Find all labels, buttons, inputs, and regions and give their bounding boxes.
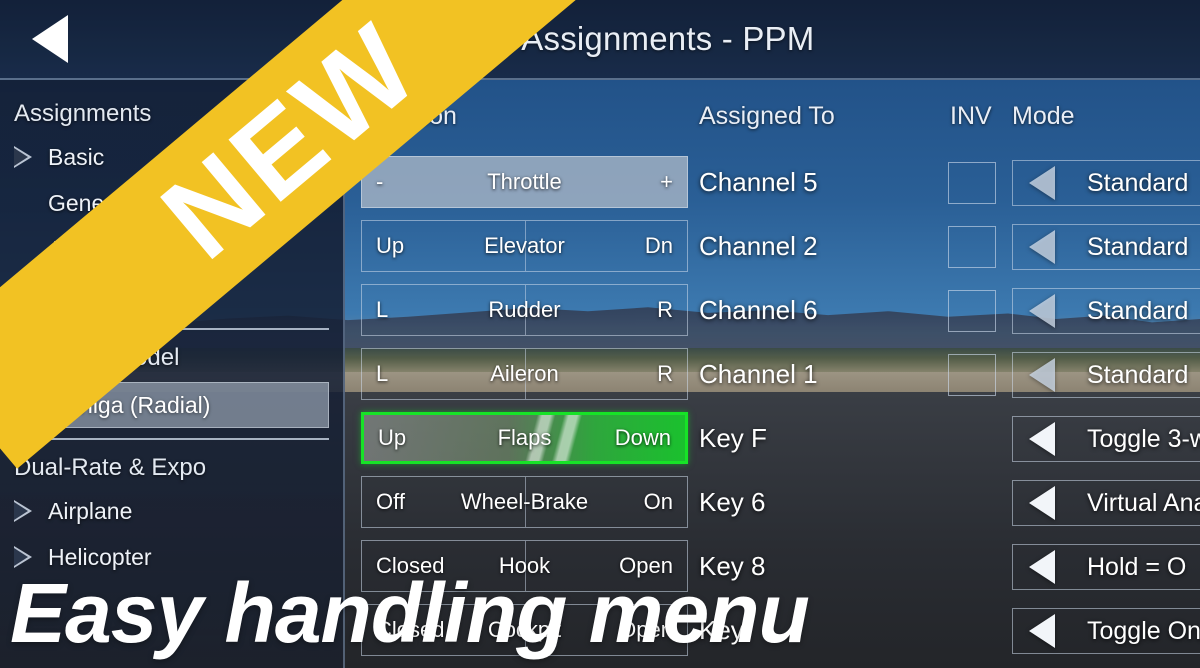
function-slider-elevator[interactable]: Up Elevator Dn xyxy=(361,220,688,272)
inv-checkbox[interactable] xyxy=(948,162,996,204)
mode-selector[interactable]: Hold = O xyxy=(1012,544,1200,590)
chevron-left-icon[interactable] xyxy=(1029,358,1055,392)
mode-selector[interactable]: Standard xyxy=(1012,352,1200,398)
inv-checkbox[interactable] xyxy=(948,354,996,396)
mode-selector[interactable]: Toggle 3-w xyxy=(1012,416,1200,462)
assigned-to-value[interactable]: Key 6 xyxy=(699,476,766,528)
mode-label: Toggle 3-w xyxy=(1087,424,1200,453)
chevron-left-icon[interactable] xyxy=(1029,294,1055,328)
mode-label: Toggle On/ xyxy=(1087,616,1200,645)
chevron-left-icon[interactable] xyxy=(1029,614,1055,648)
sidebar-divider xyxy=(14,438,329,440)
mode-label: Virtual Ana xyxy=(1087,488,1200,517)
triangle-right-outline-icon xyxy=(14,146,32,168)
assigned-to-value[interactable]: Key F xyxy=(699,412,767,464)
table-row: L Aileron R Channel 1 Standard xyxy=(347,342,1200,406)
sidebar-section-dual-rate-expo: Dual-Rate & Expo xyxy=(14,454,207,481)
function-name-label: Elevator xyxy=(484,233,565,258)
mode-label: Standard xyxy=(1087,360,1189,389)
function-high-label: Down xyxy=(614,425,671,450)
inv-checkbox[interactable] xyxy=(948,226,996,268)
assigned-to-value[interactable]: Channel 5 xyxy=(699,156,818,208)
mode-selector[interactable]: Virtual Ana xyxy=(1012,480,1200,526)
sidebar-item-label: Airplane xyxy=(48,497,133,524)
table-row: Up Elevator Dn Channel 2 Standard xyxy=(347,214,1200,278)
function-high-label: R xyxy=(657,297,673,322)
table-row: - Throttle + Channel 5 Standard xyxy=(347,150,1200,214)
function-high-label: + xyxy=(660,169,673,194)
mode-label: Standard xyxy=(1087,168,1189,197)
chevron-left-icon[interactable] xyxy=(1029,422,1055,456)
mode-label: Standard xyxy=(1087,232,1189,261)
function-slider-flaps[interactable]: Up Flaps Down xyxy=(361,412,688,464)
mode-label: Standard xyxy=(1087,296,1189,325)
table-row: Up Flaps Down Key F Toggle 3-w xyxy=(347,406,1200,470)
mode-selector[interactable]: Standard xyxy=(1012,288,1200,334)
function-name-label: Throttle xyxy=(487,169,562,194)
mode-label: Hold = O xyxy=(1087,552,1187,581)
table-column-headers: Function Assigned To INV Mode xyxy=(347,102,1200,136)
function-slider-rudder[interactable]: L Rudder R xyxy=(361,284,688,336)
function-name-label: Wheel-Brake xyxy=(460,489,589,514)
assigned-to-value[interactable]: Channel 1 xyxy=(699,348,818,400)
function-name-label: Aileron xyxy=(490,361,559,386)
table-row: Off Wheel-Brake On Key 6 Virtual Ana xyxy=(347,470,1200,534)
table-row: L Rudder R Channel 6 Standard xyxy=(347,278,1200,342)
function-name-label: Rudder xyxy=(488,297,561,322)
column-header-assigned-to: Assigned To xyxy=(699,102,835,130)
mode-selector[interactable]: Standard xyxy=(1012,224,1200,270)
function-slider-wheel-brake[interactable]: Off Wheel-Brake On xyxy=(361,476,688,528)
mode-selector[interactable]: Standard xyxy=(1012,160,1200,206)
mode-selector[interactable]: Toggle On/ xyxy=(1012,608,1200,654)
assigned-to-value[interactable]: Channel 6 xyxy=(699,284,818,336)
column-header-inv: INV xyxy=(950,102,992,130)
chevron-left-icon[interactable] xyxy=(1029,230,1055,264)
promo-caption: Easy handling menu xyxy=(10,566,810,660)
chevron-left-icon[interactable] xyxy=(1029,166,1055,200)
page-title: Function Assignments - PPM xyxy=(385,20,815,57)
chevron-left-icon[interactable] xyxy=(1029,550,1055,584)
sidebar-item-label: Basic xyxy=(48,143,105,170)
sidebar-item-airplane[interactable]: Airplane xyxy=(0,488,343,534)
inv-checkbox[interactable] xyxy=(948,290,996,332)
function-high-label: On xyxy=(643,489,673,514)
title-bar: Function Assignments - PPM xyxy=(0,0,1200,80)
function-slider-throttle[interactable]: - Throttle + xyxy=(361,156,688,208)
column-header-mode: Mode xyxy=(1012,102,1075,130)
function-high-label: Dn xyxy=(644,233,673,258)
triangle-right-outline-icon xyxy=(14,500,32,522)
assigned-to-value[interactable]: Channel 2 xyxy=(699,220,818,272)
function-high-label: R xyxy=(657,361,673,386)
chevron-left-icon[interactable] xyxy=(1029,486,1055,520)
function-slider-aileron[interactable]: L Aileron R xyxy=(361,348,688,400)
